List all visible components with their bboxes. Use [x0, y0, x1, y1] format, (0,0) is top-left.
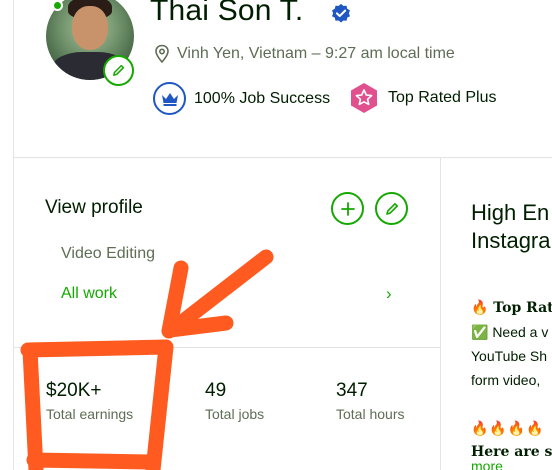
stat-total-jobs: 49 Total jobs [205, 380, 264, 422]
top-rated-plus-badge[interactable]: Top Rated Plus [348, 82, 497, 114]
column-divider [440, 157, 441, 470]
stat-label: Total hours [336, 406, 405, 422]
profile-title: High En Instagra [471, 200, 551, 253]
location-text: Vinh Yen, Vietnam – 9:27 am local time [177, 45, 455, 62]
specialized-profile-video-editing[interactable]: Video Editing [61, 245, 155, 263]
stat-label: Total earnings [46, 406, 134, 422]
online-status-dot [52, 0, 63, 11]
stat-value: 49 [205, 380, 227, 401]
job-success-badge[interactable]: 100% Job Success [153, 82, 330, 115]
overview-line: 🔥 Top Rat [471, 300, 552, 316]
plus-icon [340, 201, 355, 216]
edit-profile-button[interactable] [375, 192, 408, 225]
annotation-arrow-shaft [165, 249, 274, 337]
view-profile-heading: View profile [45, 197, 143, 218]
star-hexagon-icon [351, 83, 377, 113]
overview-line: 🔥🔥🔥🔥 [471, 420, 545, 436]
chevron-right-icon[interactable]: › [386, 284, 392, 304]
stat-value: $20K+ [46, 380, 102, 401]
stats-divider [13, 347, 440, 348]
stat-value: 347 [336, 380, 368, 401]
all-work-link[interactable]: All work [61, 285, 117, 303]
crown-icon [153, 82, 186, 115]
overview-line: form video, [471, 372, 541, 388]
header-divider [13, 157, 552, 158]
verified-badge-icon [332, 3, 350, 23]
location-row: Vinh Yen, Vietnam – 9:27 am local time [153, 44, 455, 64]
stat-total-hours: 347 Total hours [336, 380, 404, 422]
panel-left-border [13, 0, 14, 470]
add-specialized-profile-button[interactable] [331, 192, 364, 225]
profile-name: Thai Son T. [150, 0, 304, 27]
map-pin-icon [155, 44, 169, 64]
overview-line: ✅ Need a v [471, 324, 549, 340]
pencil-icon [113, 64, 125, 76]
job-success-label: 100% Job Success [194, 89, 331, 107]
more-link[interactable]: more [471, 458, 503, 470]
stat-total-earnings: $20K+ Total earnings [46, 380, 133, 422]
top-rated-plus-label: Top Rated Plus [388, 89, 497, 106]
overview-line: YouTube Sh [471, 348, 548, 364]
annotation-arrow-head-horizontal [162, 315, 234, 338]
edit-photo-button[interactable] [103, 55, 134, 86]
pencil-icon [385, 202, 398, 215]
stat-label: Total jobs [205, 406, 265, 422]
annotation-arrow-head-vertical [161, 260, 189, 339]
